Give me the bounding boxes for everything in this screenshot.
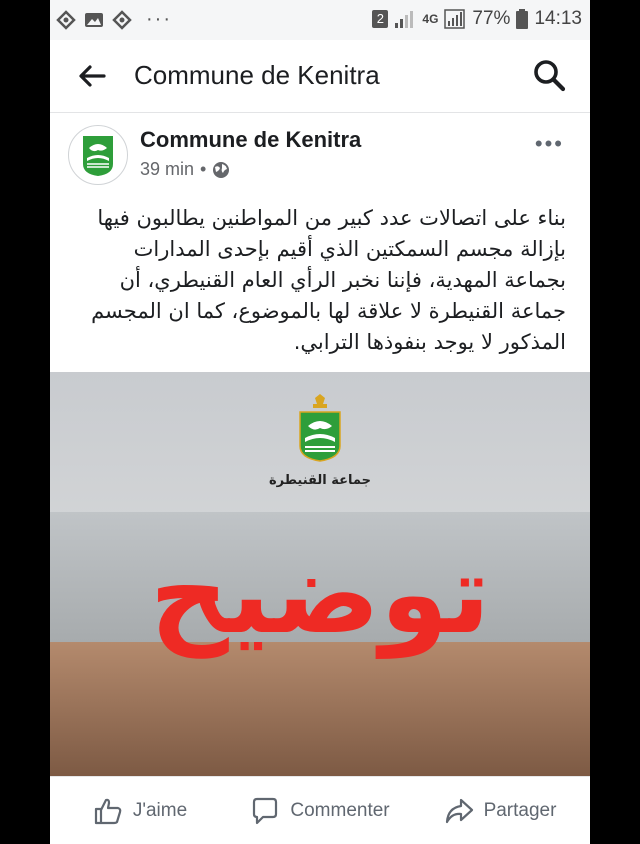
headline-word: توضيح <box>149 530 493 658</box>
screen: ··· 2 4G 77% 14:13 Commune de Kenitra Co… <box>50 0 590 844</box>
post-author[interactable]: Commune de Kenitra <box>140 127 361 153</box>
comment-button[interactable]: Commenter <box>230 777 410 844</box>
battery-icon <box>516 9 529 29</box>
status-notifications: ··· <box>56 8 172 31</box>
signal-icon <box>395 11 414 28</box>
meta-separator: • <box>200 159 207 179</box>
more-notifications-indicator: ··· <box>146 8 172 30</box>
network-type: 4G <box>422 12 439 26</box>
battery-percent: 77% <box>472 8 511 29</box>
post-meta: 39 min • <box>140 159 230 180</box>
image-icon <box>85 12 103 27</box>
share-button[interactable]: Partager <box>410 777 590 844</box>
clock: 14:13 <box>534 8 582 29</box>
post-time[interactable]: 39 min <box>140 159 194 180</box>
app-header: Commune de Kenitra <box>50 40 590 113</box>
comment-icon <box>253 797 278 825</box>
more-options-button[interactable]: ••• <box>535 131 564 157</box>
share-label: Partager <box>483 800 557 821</box>
commune-logo-icon <box>83 136 113 176</box>
like-button[interactable]: J'aime <box>50 777 230 844</box>
post-text: بناء على اتصالات عدد كبير من المواطنين ي… <box>91 206 566 354</box>
back-arrow-icon[interactable] <box>78 64 106 88</box>
thumbs-up-icon <box>94 798 122 825</box>
comment-label: Commenter <box>290 800 390 821</box>
vpn-icon <box>56 9 76 30</box>
like-label: J'aime <box>132 800 188 821</box>
sim-badge: 2 <box>372 10 389 28</box>
logo-caption: جماعة القنيطرة <box>269 473 371 488</box>
share-arrow-icon <box>445 798 473 824</box>
search-icon[interactable] <box>532 58 566 92</box>
commune-logo-icon <box>299 394 341 462</box>
avatar[interactable] <box>68 125 128 185</box>
post-header: Commune de Kenitra 39 min • ••• <box>50 113 590 193</box>
status-indicators: 2 4G 77% 14:13 <box>372 8 582 30</box>
post-image[interactable]: جماعة القنيطرة توضيح <box>50 372 590 776</box>
vpn-icon <box>112 9 132 30</box>
globe-icon <box>213 161 230 178</box>
post-actions: J'aime Commenter Partager <box>50 776 590 844</box>
status-bar: ··· 2 4G 77% 14:13 <box>50 0 590 40</box>
signal-icon <box>444 9 466 29</box>
image-plaza <box>50 642 590 776</box>
page-title: Commune de Kenitra <box>134 60 380 90</box>
